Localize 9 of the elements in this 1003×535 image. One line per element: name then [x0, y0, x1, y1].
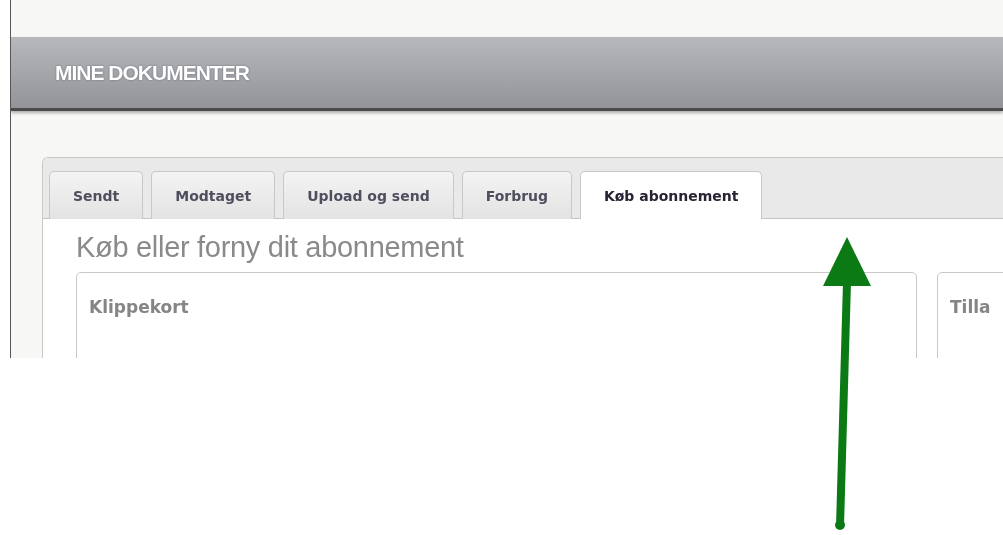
tab[interactable]: Forbrug — [461, 171, 573, 219]
tab[interactable]: Modtaget — [151, 171, 276, 219]
card-title: Klippekort — [89, 297, 189, 317]
tab[interactable]: Køb abonnement — [580, 171, 763, 219]
section-heading: Køb eller forny dit abonnement — [76, 230, 465, 264]
tab[interactable]: Upload og send — [283, 171, 454, 219]
tab[interactable]: Sendt — [49, 171, 144, 219]
page-title: MINE DOKUMENTER — [55, 60, 249, 85]
card-title: Tilla — [950, 297, 991, 317]
